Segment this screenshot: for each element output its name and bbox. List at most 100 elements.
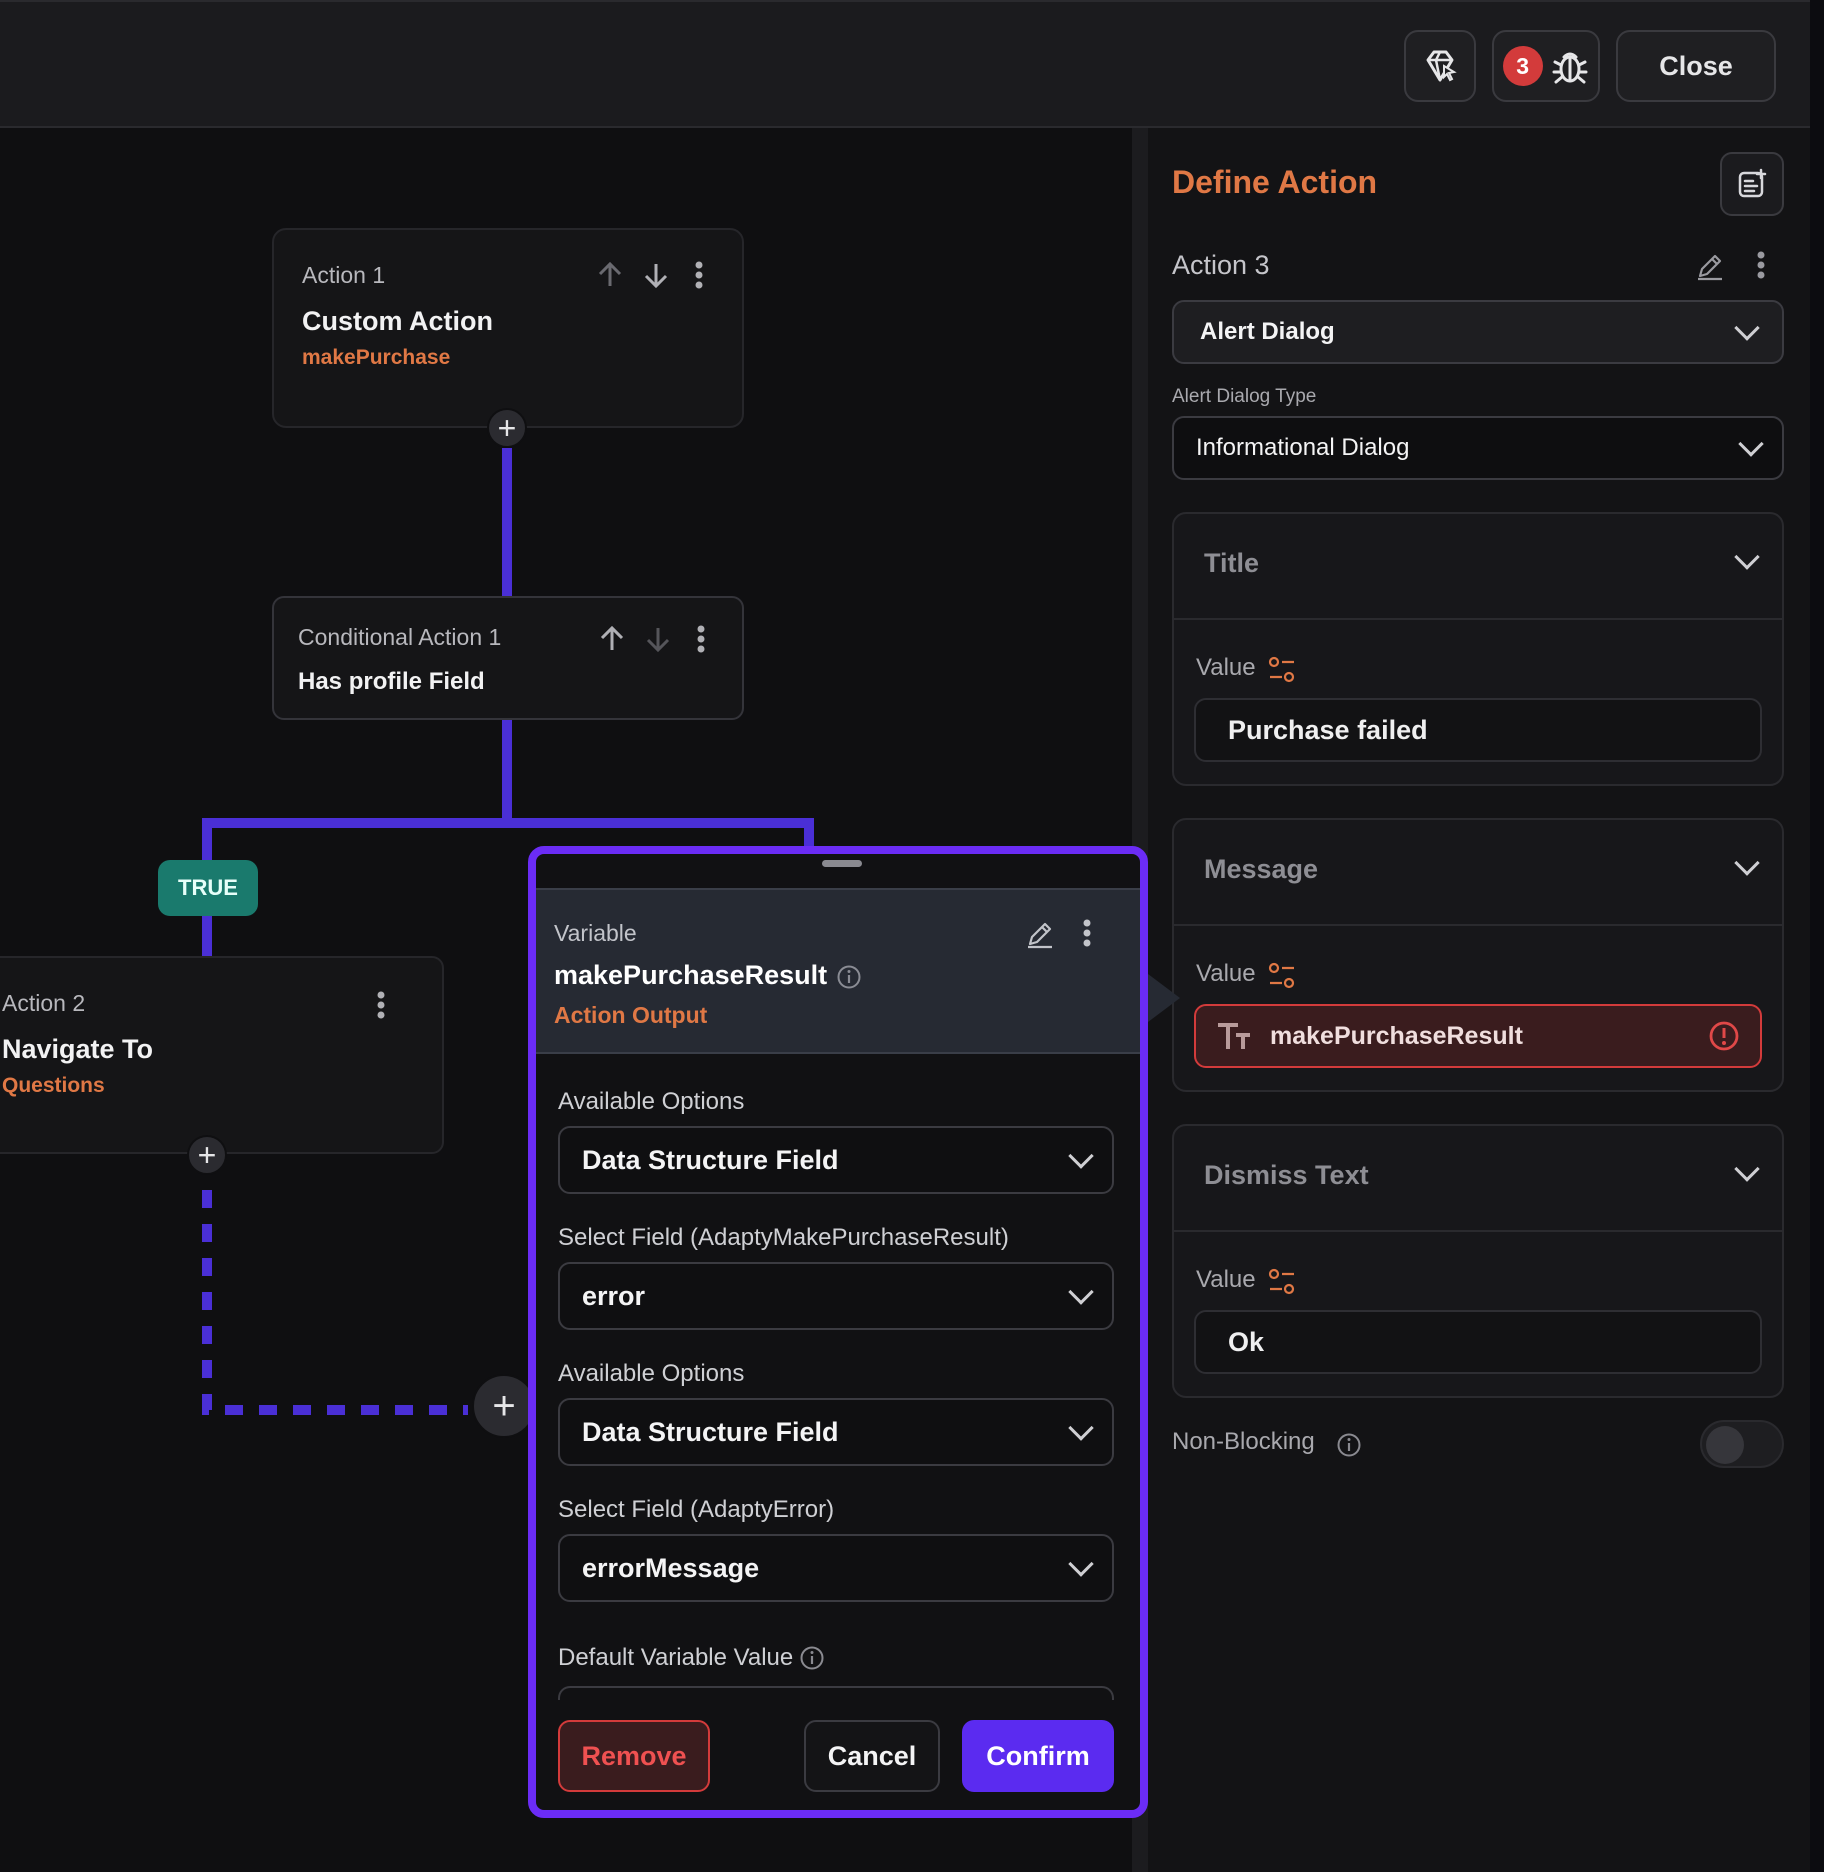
chevron-down-icon <box>1734 315 1760 341</box>
available-options-label: Available Options <box>558 1088 745 1115</box>
variable-header: Variable makePurchaseResult Action Outpu… <box>536 888 1140 1054</box>
chevron-down-icon[interactable] <box>1734 1156 1760 1182</box>
arrow-down-icon[interactable] <box>644 624 672 654</box>
add-action-button[interactable]: + <box>472 1374 536 1438</box>
chevron-down-icon <box>1068 1551 1094 1577</box>
edit-icon[interactable] <box>1694 250 1726 282</box>
default-value-input[interactable] <box>558 1686 1114 1700</box>
more-icon[interactable] <box>1756 250 1766 280</box>
toggle-knob <box>1706 1426 1744 1464</box>
dismiss-text-section: Dismiss Text Value Ok <box>1172 1124 1784 1398</box>
confirm-button[interactable]: Confirm <box>962 1720 1114 1792</box>
select-field-label: Select Field (AdaptyMakePurchaseResult) <box>558 1224 1009 1251</box>
add-action-button[interactable]: + <box>187 1135 227 1175</box>
variable-binding-icon[interactable] <box>1268 962 1296 990</box>
dismiss-value-label: Value <box>1196 1266 1256 1293</box>
available-options-select[interactable]: Data Structure Field <box>558 1398 1114 1466</box>
more-icon[interactable] <box>696 624 706 654</box>
info-icon[interactable] <box>836 964 862 990</box>
diamond-cursor-button[interactable] <box>1404 30 1476 102</box>
message-value-label: Value <box>1196 960 1256 987</box>
text-type-icon <box>1218 1023 1250 1049</box>
select-field-select[interactable]: error <box>558 1262 1114 1330</box>
window-edge <box>1810 0 1824 1872</box>
chevron-down-icon <box>1068 1415 1094 1441</box>
select-field-value: errorMessage <box>582 1552 760 1583</box>
add-note-button[interactable] <box>1720 152 1784 216</box>
connector-line <box>502 718 512 826</box>
error-icon <box>1709 1021 1739 1051</box>
dialog-type-value: Informational Dialog <box>1196 434 1410 461</box>
action-2-subtitle: Questions <box>2 1074 105 1097</box>
connector-line <box>202 818 814 828</box>
message-section-title: Message <box>1204 854 1319 884</box>
action-type-select[interactable]: Alert Dialog <box>1172 300 1784 364</box>
action-name: Action 3 <box>1172 250 1270 280</box>
variable-popover: Variable makePurchaseResult Action Outpu… <box>528 846 1148 1818</box>
panel-heading: Define Action <box>1172 164 1378 200</box>
variable-source: Action Output <box>554 1002 708 1028</box>
non-blocking-toggle[interactable] <box>1700 1420 1784 1468</box>
non-blocking-label: Non-Blocking <box>1172 1428 1315 1455</box>
dismiss-section-title: Dismiss Text <box>1204 1160 1369 1190</box>
action-2-label: Action 2 <box>2 990 86 1016</box>
dialog-type-select[interactable]: Informational Dialog <box>1172 416 1784 480</box>
connector-line <box>502 448 512 596</box>
message-variable-value: makePurchaseResult <box>1270 1021 1523 1050</box>
more-icon[interactable] <box>1082 918 1092 948</box>
available-options-value: Data Structure Field <box>582 1416 839 1447</box>
drag-handle[interactable] <box>822 860 862 867</box>
arrow-up-icon[interactable] <box>598 624 626 654</box>
select-field-value: error <box>582 1280 646 1311</box>
info-icon[interactable] <box>1336 1432 1362 1458</box>
action-1-label: Action 1 <box>302 262 386 288</box>
default-value-row: Default Variable Value <box>558 1644 825 1672</box>
chevron-down-icon[interactable] <box>1734 850 1760 876</box>
bug-icon <box>1552 52 1588 84</box>
action-2-title: Navigate To <box>2 1034 154 1064</box>
conditional-label: Conditional Action 1 <box>298 624 502 650</box>
conditional-title: Has profile Field <box>298 668 485 695</box>
variable-name: makePurchaseResult <box>554 960 828 990</box>
chevron-down-icon[interactable] <box>1734 544 1760 570</box>
info-icon[interactable] <box>799 1645 825 1671</box>
diamond-cursor-icon <box>1426 50 1457 82</box>
select-field-select[interactable]: errorMessage <box>558 1534 1114 1602</box>
section-divider <box>1174 1230 1782 1232</box>
cancel-button[interactable]: Cancel <box>804 1720 940 1792</box>
title-section-title: Title <box>1204 548 1260 578</box>
arrow-up-icon[interactable] <box>596 260 624 290</box>
popover-arrow <box>1148 974 1180 1022</box>
dialog-type-label: Alert Dialog Type <box>1172 386 1317 407</box>
close-button[interactable]: Close <box>1616 30 1776 102</box>
action-1-node[interactable]: Action 1 Custom Action makePurchase <box>272 228 744 428</box>
variable-header-label: Variable <box>554 920 637 946</box>
chevron-down-icon <box>1068 1143 1094 1169</box>
action-1-title: Custom Action <box>302 306 493 336</box>
action-1-subtitle: makePurchase <box>302 346 451 369</box>
debug-button[interactable]: 3 <box>1492 30 1600 102</box>
remove-button[interactable]: Remove <box>558 1720 710 1792</box>
note-add-icon <box>1738 168 1767 198</box>
available-options-select[interactable]: Data Structure Field <box>558 1126 1114 1194</box>
variable-binding-icon[interactable] <box>1268 1268 1296 1296</box>
action-2-node[interactable]: Action 2 Navigate To Questions <box>0 956 444 1154</box>
available-options-label: Available Options <box>558 1360 745 1387</box>
more-icon[interactable] <box>376 990 386 1020</box>
default-value-label: Default Variable Value <box>558 1644 794 1671</box>
add-action-button[interactable]: + <box>487 408 527 448</box>
arrow-down-icon[interactable] <box>642 260 670 290</box>
more-icon[interactable] <box>694 260 704 290</box>
conditional-action-node[interactable]: Conditional Action 1 Has profile Field <box>272 596 744 720</box>
edit-icon[interactable] <box>1024 918 1056 950</box>
select-field-label: Select Field (AdaptyError) <box>558 1496 835 1523</box>
message-value-field[interactable]: makePurchaseResult <box>1194 1004 1762 1068</box>
true-branch-badge: TRUE <box>158 860 258 916</box>
chevron-down-icon <box>1738 431 1764 457</box>
available-options-value: Data Structure Field <box>582 1144 839 1175</box>
title-value-field[interactable]: Purchase failed <box>1194 698 1762 762</box>
action-type-value: Alert Dialog <box>1200 318 1335 345</box>
variable-binding-icon[interactable] <box>1268 656 1296 684</box>
dismiss-value-field[interactable]: Ok <box>1194 1310 1762 1374</box>
dashed-connector <box>202 1190 468 1415</box>
